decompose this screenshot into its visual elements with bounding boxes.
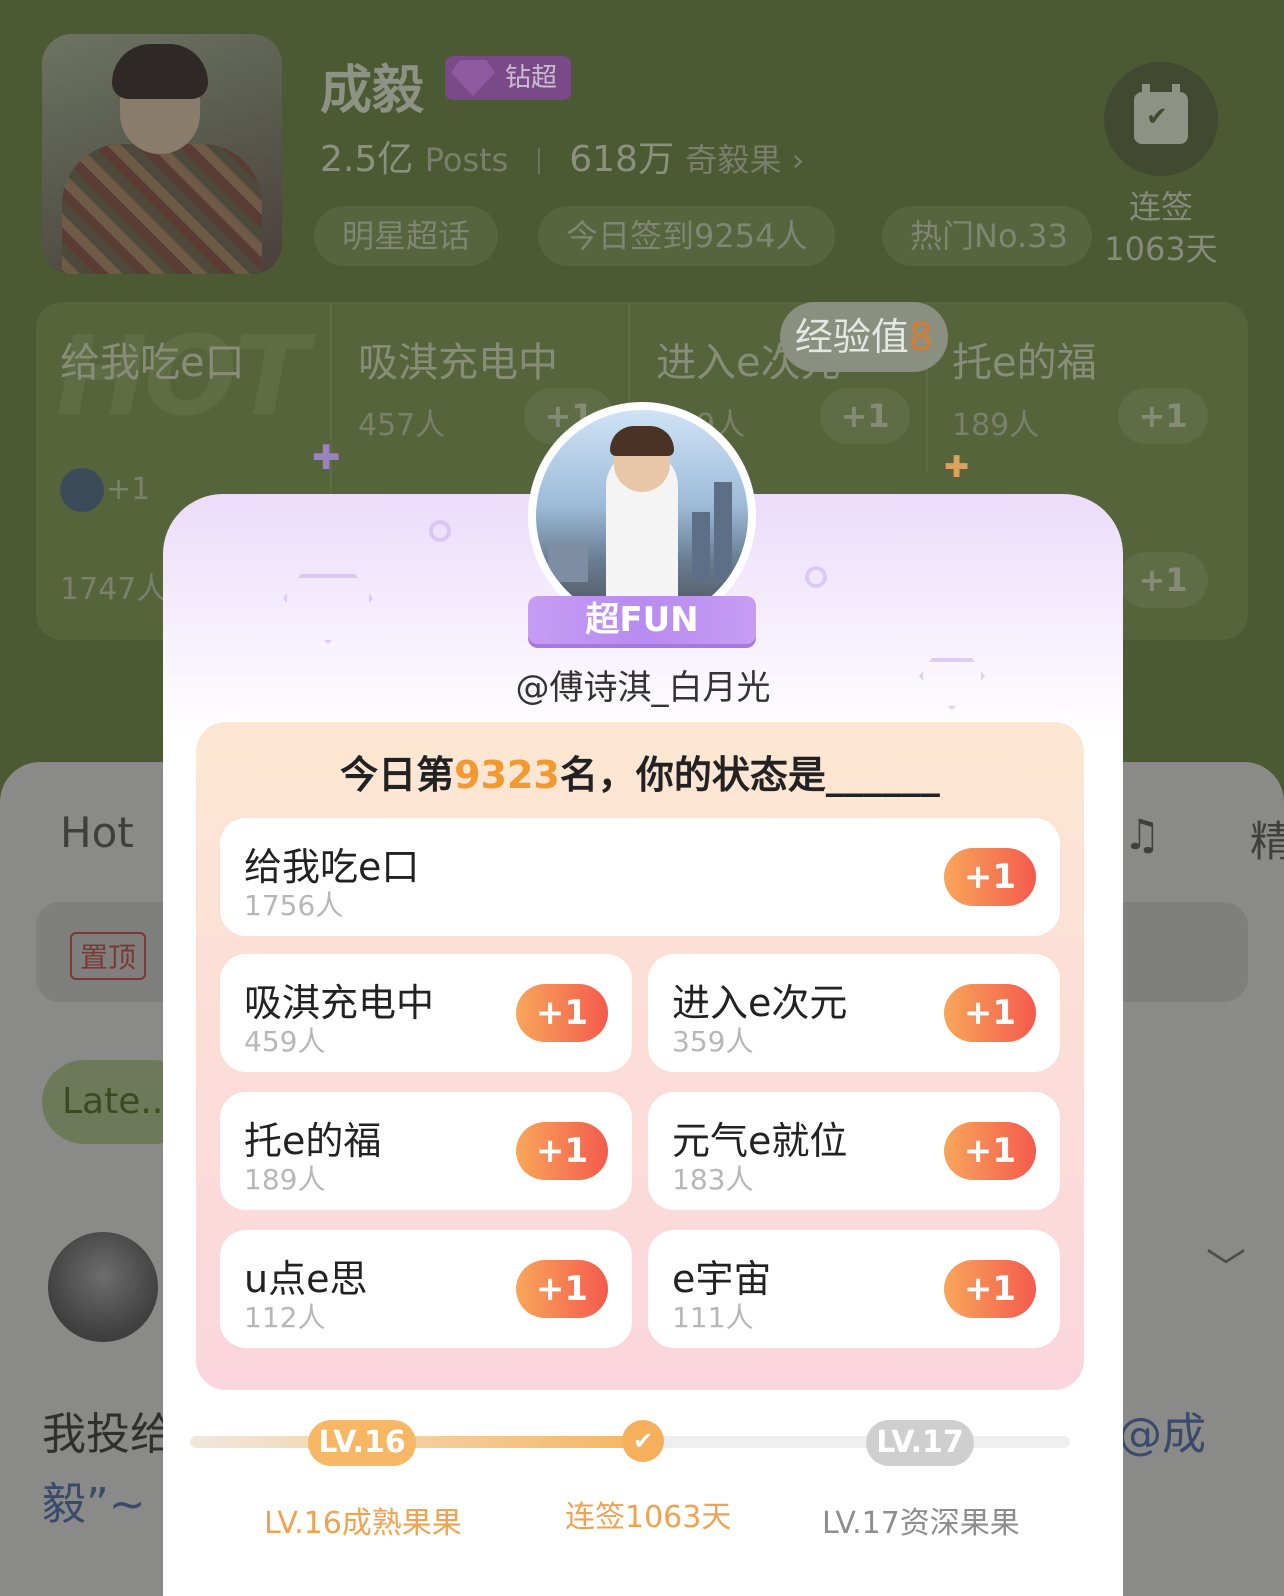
- post-text: 毅”~: [42, 1479, 146, 1530]
- pill-star-topic[interactable]: 明星超话: [314, 206, 499, 266]
- diamond-icon: [451, 60, 495, 96]
- post-text: 我投给: [42, 1409, 174, 1460]
- pinned-badge: 置顶: [70, 932, 147, 980]
- bg-tag-count: 189人: [952, 408, 1040, 443]
- fans-value: 618万: [569, 139, 674, 180]
- option-label: e宇宙: [672, 1257, 772, 1301]
- posts-label: Posts: [424, 141, 509, 179]
- status-option[interactable]: e宇宙 111人 +1: [648, 1230, 1060, 1348]
- plus-one-button[interactable]: +1: [944, 1122, 1036, 1180]
- exp-label: 经验值: [794, 315, 909, 359]
- bg-plus-button[interactable]: +1: [1118, 388, 1208, 444]
- stats-divider: [537, 148, 540, 174]
- plus-one-button[interactable]: +1: [516, 1122, 608, 1180]
- status-option[interactable]: 吸淇充电中 459人 +1: [220, 954, 632, 1072]
- username: @傅诗淇_白月光: [515, 668, 771, 708]
- plus-one-button[interactable]: +1: [944, 1260, 1036, 1318]
- posts-value: 2.5亿: [320, 139, 414, 180]
- option-count: 112人: [244, 1301, 326, 1334]
- checkin-streak-text: 连签1063天: [565, 1500, 732, 1535]
- bg-plus-button[interactable]: +1: [1118, 552, 1208, 608]
- tab-featured[interactable]: 精: [1250, 808, 1284, 869]
- sparkle-icon: ✚: [944, 450, 970, 485]
- level-next-badge: LV.17: [866, 1420, 974, 1466]
- status-option[interactable]: 给我吃e口 1756人 +1: [220, 818, 1060, 936]
- option-count: 189人: [244, 1163, 326, 1196]
- checkin-days: 1063天: [1104, 230, 1218, 268]
- plus-one-button[interactable]: +1: [944, 848, 1036, 906]
- status-option[interactable]: 进入e次元 359人 +1: [648, 954, 1060, 1072]
- avatar-plus-label: +1: [106, 472, 151, 507]
- level-current-badge: LV.16: [308, 1420, 416, 1466]
- avatar: [60, 468, 104, 512]
- tab-hot[interactable]: Hot: [60, 808, 134, 857]
- option-label: 吸淇充电中: [244, 981, 435, 1025]
- level-next-name: LV.17资深果果: [822, 1506, 1020, 1541]
- rank-prefix: 今日第: [340, 753, 455, 797]
- bg-tag-label: 托e的福: [952, 340, 1097, 386]
- bg-tag-label: 给我吃e口: [60, 340, 245, 386]
- option-label: 给我吃e口: [244, 845, 420, 889]
- option-count: 183人: [672, 1163, 754, 1196]
- post-mention[interactable]: @成: [1118, 1398, 1206, 1462]
- plus-one-button[interactable]: +1: [516, 984, 608, 1042]
- option-count: 1756人: [244, 889, 344, 922]
- plus-one-button[interactable]: +1: [944, 984, 1036, 1042]
- option-label: 进入e次元: [672, 981, 848, 1025]
- checkin-button[interactable]: [1104, 62, 1218, 176]
- option-label: 元气e就位: [672, 1119, 848, 1163]
- status-option[interactable]: 元气e就位 183人 +1: [648, 1092, 1060, 1210]
- option-count: 359人: [672, 1025, 754, 1058]
- bg-plus-button[interactable]: +1: [820, 388, 910, 444]
- status-option[interactable]: u点e思 112人 +1: [220, 1230, 632, 1348]
- fans-link[interactable]: 奇毅果 ›: [685, 141, 804, 179]
- decor-ring: [429, 520, 451, 542]
- option-count: 459人: [244, 1025, 326, 1058]
- topic-cover-image: [42, 34, 282, 274]
- plus-one-button[interactable]: +1: [516, 1260, 608, 1318]
- topic-stats: 2.5亿 Posts 618万 奇毅果 ›: [320, 130, 804, 182]
- status-option[interactable]: 托e的福 189人 +1: [220, 1092, 632, 1210]
- check-icon: ✔: [622, 1420, 664, 1462]
- topic-title: 成毅: [320, 61, 425, 121]
- decor-ring: [805, 566, 827, 588]
- option-label: 托e的福: [244, 1119, 382, 1163]
- pill-hot-rank[interactable]: 热门No.33: [882, 206, 1092, 266]
- bg-tag-label: 吸淇充电中: [358, 340, 558, 386]
- sparkle-icon: ✚: [312, 438, 341, 478]
- diamond-super-badge: 钻超: [445, 56, 572, 100]
- option-label: u点e思: [244, 1257, 368, 1301]
- pill-checkin-count[interactable]: 今日签到9254人: [538, 206, 836, 266]
- checkin-label-text: 连签: [1128, 188, 1193, 226]
- rank-suffix: 名，你的状态是______: [559, 753, 940, 797]
- fans-label: 奇毅果: [685, 141, 782, 179]
- avatar[interactable]: [48, 1232, 158, 1342]
- exp-value: 8: [908, 315, 934, 359]
- bg-tag-count: 1747人: [60, 572, 167, 607]
- level-current-name: LV.16成熟果果: [264, 1506, 462, 1541]
- chevron-down-icon[interactable]: ﹀: [1206, 1236, 1246, 1294]
- rank-line: 今日第9323名，你的状态是______: [196, 744, 1084, 799]
- option-count: 111人: [672, 1301, 754, 1334]
- chevron-right-icon: ›: [791, 141, 805, 179]
- experience-toast: 经验值8: [780, 302, 948, 372]
- fun-ribbon-badge: 超FUN: [528, 596, 756, 644]
- checkin-streak-label: 连签 1063天: [1104, 186, 1218, 270]
- diamond-icon: [283, 574, 373, 644]
- rank-number: 9323: [454, 753, 560, 797]
- bg-tag-count: 457人: [358, 408, 446, 443]
- calendar-check-icon: [1134, 84, 1188, 144]
- badge-label: 钻超: [505, 63, 558, 93]
